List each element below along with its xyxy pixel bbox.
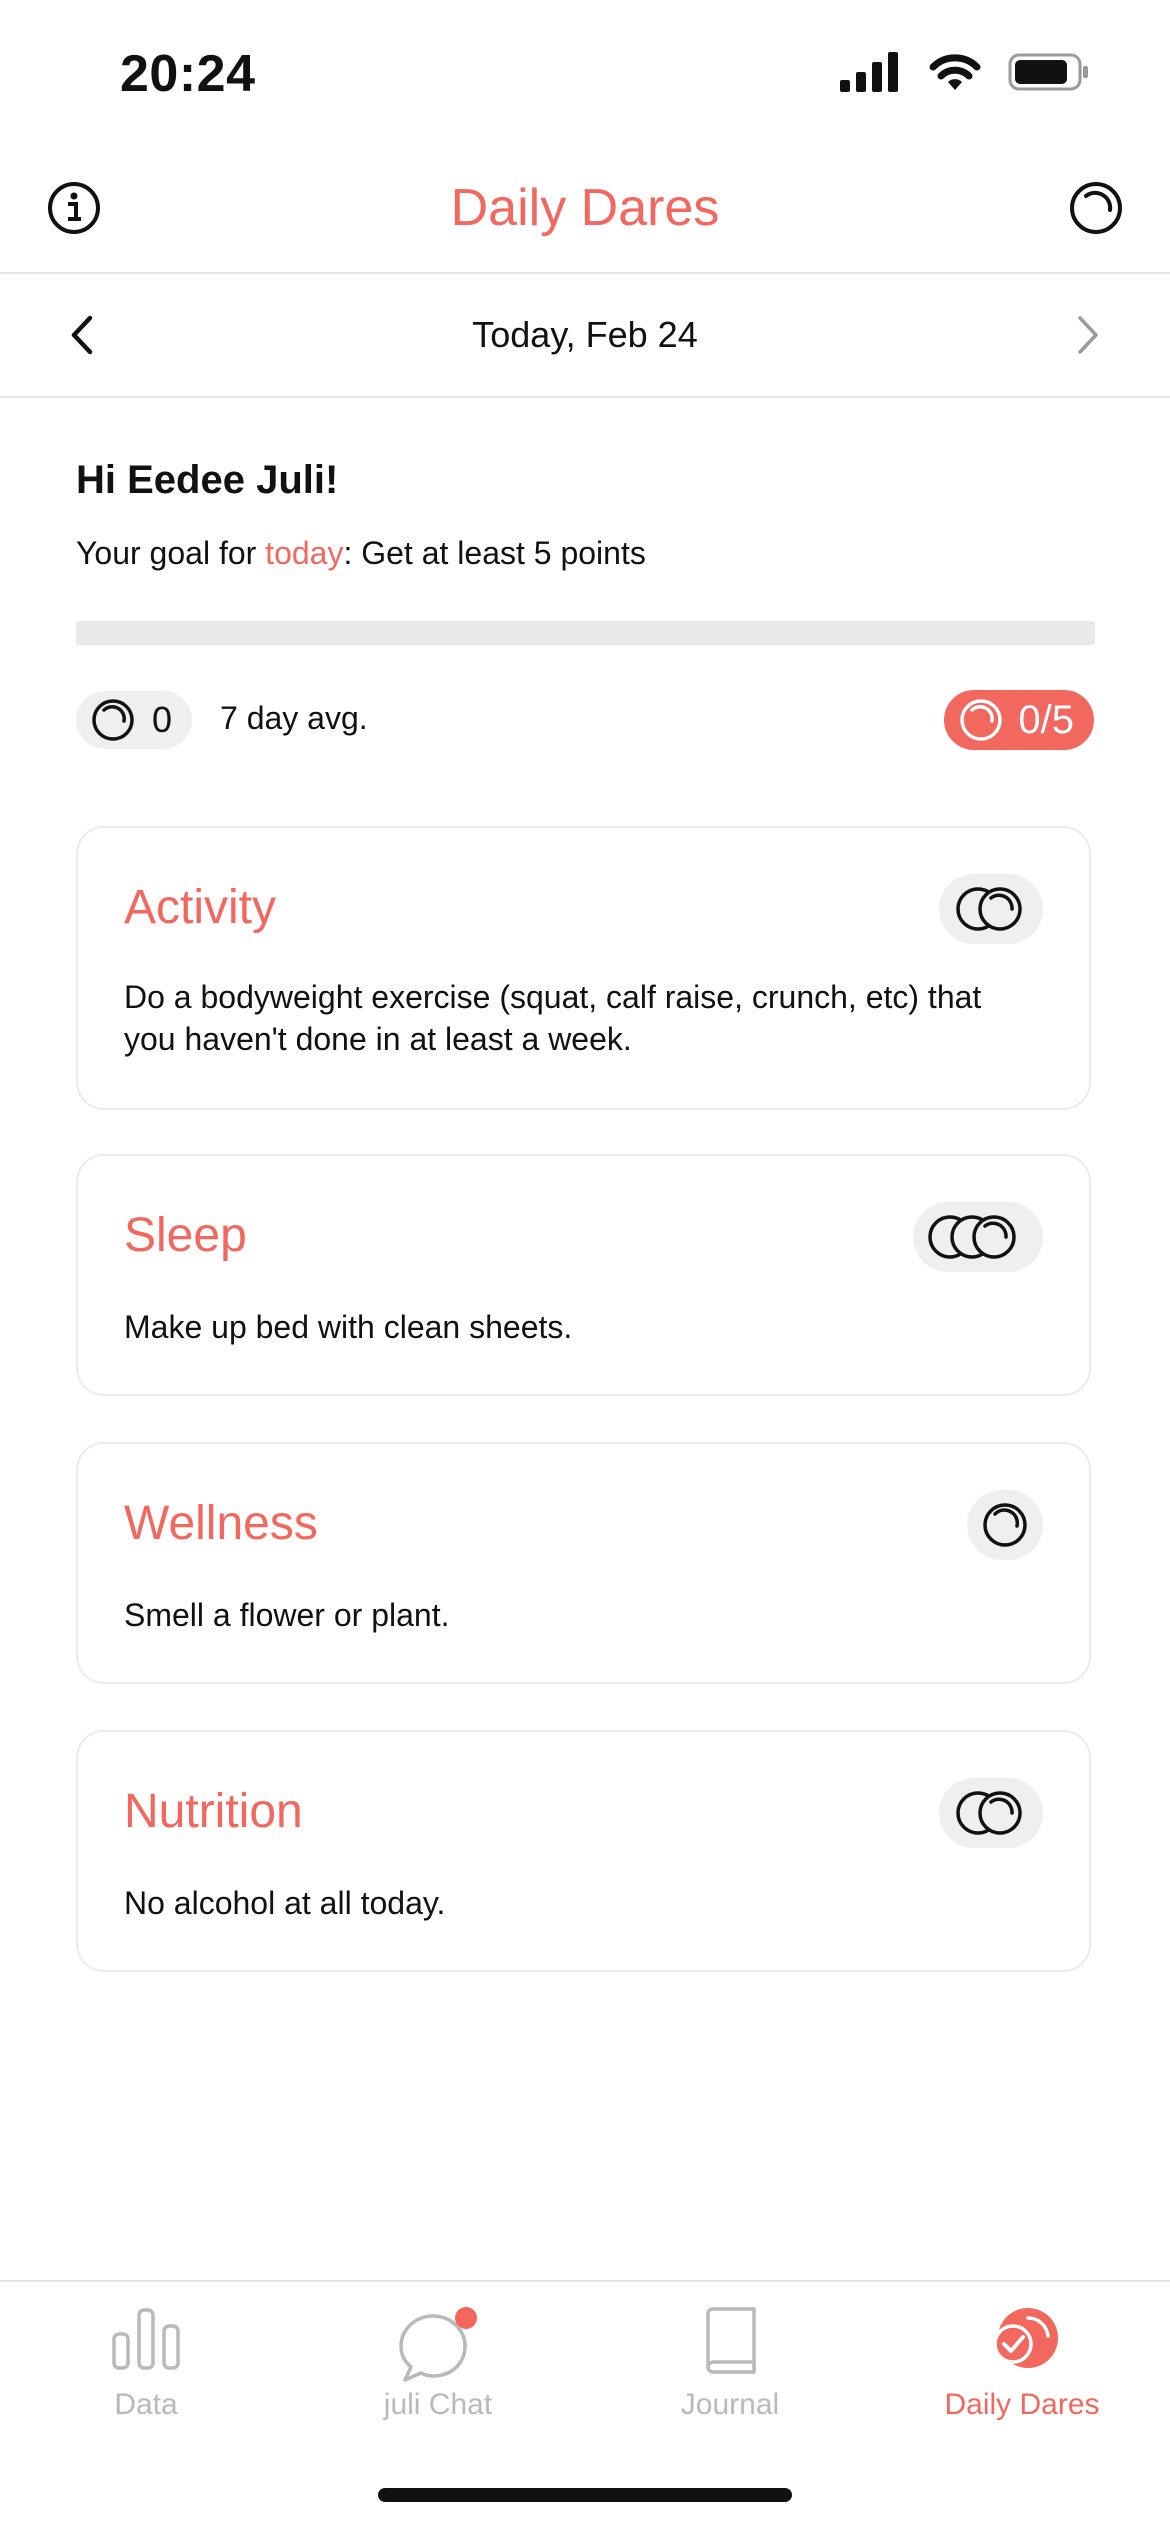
tab-label: Data — [114, 2388, 178, 2421]
date-navigator: Today, Feb 24 — [0, 274, 1170, 398]
bar-chart-icon — [112, 2308, 180, 2370]
points-button[interactable] — [1068, 180, 1124, 241]
card-description: Smell a flower or plant. — [124, 1597, 450, 1633]
next-day-button[interactable] — [1074, 312, 1104, 363]
coin-stack-icon — [956, 887, 1022, 931]
status-icons — [840, 52, 1090, 92]
coin-stack-icon — [956, 1791, 1022, 1835]
tab-data[interactable]: Data — [0, 2282, 292, 2462]
tab-daily-dares[interactable]: Daily Dares — [876, 2282, 1168, 2462]
coin-icon — [960, 699, 1003, 741]
goal-text: Your goal for today: Get at least 5 poin… — [76, 535, 646, 572]
wifi-icon — [929, 54, 981, 90]
tab-juli-chat[interactable]: juli Chat — [292, 2282, 584, 2462]
page-title: Daily Dares — [450, 179, 720, 237]
goal-prefix: Your goal for — [76, 535, 266, 571]
card-description: No alcohol at all today. — [124, 1885, 446, 1921]
points-badge — [913, 1202, 1043, 1272]
coin-icon — [1070, 182, 1122, 234]
cellular-signal-icon — [840, 52, 898, 92]
battery-icon — [1008, 53, 1088, 91]
points-badge — [967, 1490, 1043, 1560]
average-value: 0 — [152, 699, 173, 740]
tab-journal[interactable]: Journal — [584, 2282, 876, 2462]
greeting-heading: Hi Eedee Juli! — [76, 458, 339, 502]
home-indicator — [378, 2488, 792, 2502]
daily-progress-bar — [76, 621, 1095, 645]
card-title: Sleep — [124, 1209, 247, 1262]
points-badge — [939, 874, 1043, 944]
navigation-bar: Daily Dares — [0, 150, 1170, 274]
tab-label: juli Chat — [383, 2388, 493, 2421]
score-value: 0/5 — [1018, 697, 1074, 742]
tab-label: Daily Dares — [944, 2388, 1100, 2421]
dare-card-nutrition[interactable]: Nutrition No alcohol at all today. — [76, 1730, 1091, 1972]
card-title: Wellness — [124, 1497, 318, 1550]
points-badge — [939, 1778, 1043, 1848]
tab-label: Journal — [680, 2388, 780, 2421]
coin-icon — [92, 699, 134, 741]
daily-dares-icon — [993, 2308, 1058, 2368]
card-description: Make up bed with clean sheets. — [124, 1309, 573, 1345]
chevron-right-icon — [1078, 316, 1098, 354]
goal-today: today — [265, 535, 344, 571]
card-description: Do a bodyweight exercise (squat, calf ra… — [124, 979, 982, 1057]
goal-suffix: : Get at least 5 points — [343, 535, 646, 571]
average-label: 7 day avg. — [220, 700, 368, 736]
date-label: Today, Feb 24 — [472, 314, 698, 355]
coin-stack-icon — [928, 1215, 1016, 1259]
chat-bubble-icon — [399, 2307, 477, 2382]
dare-card-activity[interactable]: Activity Do a bodyweight exercise (squat… — [76, 826, 1091, 1110]
dare-card-sleep[interactable]: Sleep Make up bed with clean sheets. — [76, 1154, 1091, 1396]
status-time: 20:24 — [120, 45, 256, 103]
card-title: Activity — [124, 881, 277, 934]
today-score-badge: 0/5 — [944, 690, 1094, 750]
book-icon — [706, 2307, 756, 2374]
card-title: Nutrition — [124, 1785, 303, 1838]
dare-card-wellness[interactable]: Wellness Smell a flower or plant. — [76, 1442, 1091, 1684]
seven-day-average-badge: 0 — [76, 691, 193, 749]
coin-icon — [983, 1503, 1027, 1547]
